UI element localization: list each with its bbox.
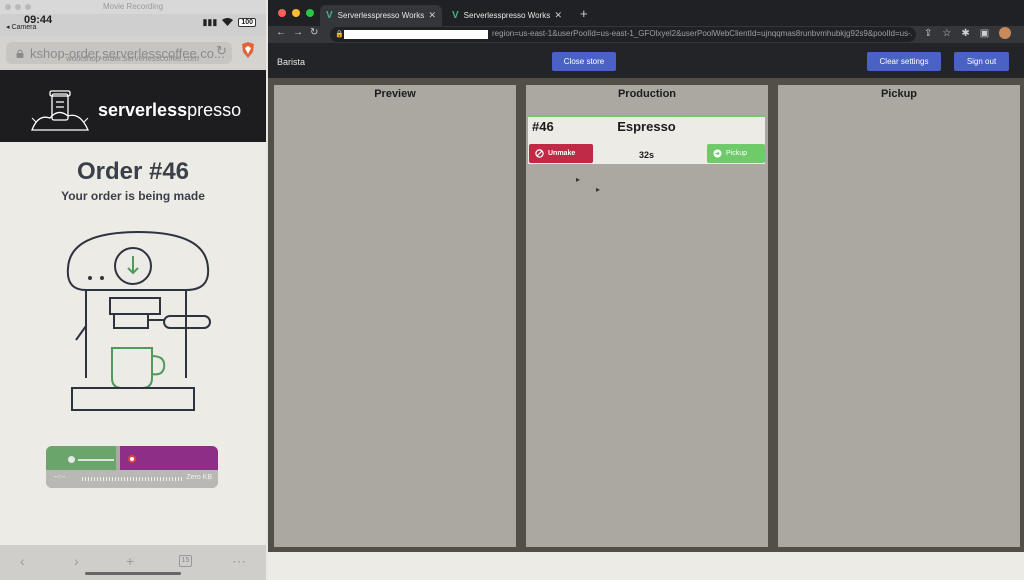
volume-track (78, 459, 114, 461)
column-title: Preview (374, 88, 416, 100)
sign-out-button[interactable]: Sign out (954, 52, 1009, 71)
close-store-button[interactable]: Close store (552, 52, 616, 71)
orders-board: Preview Production #46 Espresso Unmake 3… (268, 78, 1024, 580)
page-title: Barista (277, 57, 306, 67)
home-indicator (85, 572, 181, 575)
record-button[interactable] (128, 455, 136, 463)
app-header: Barista Close store Clear settings Sign … (268, 43, 1024, 78)
production-column: Production #46 Espresso Unmake 32s Picku… (526, 85, 768, 547)
recording-info: --:-- Zero KB (46, 470, 218, 488)
lock-icon: 🔒 (335, 31, 344, 38)
volume-control[interactable] (46, 446, 116, 470)
battery-icon: 100 (238, 18, 256, 27)
serverlesspresso-favicon-icon: V (326, 10, 333, 21)
serverlesspresso-favicon-icon: V (452, 10, 459, 21)
new-tab-icon[interactable]: + (126, 553, 134, 569)
close-tab-icon[interactable]: ✕ (428, 10, 436, 21)
recorder-window-title: Movie Recording (102, 2, 164, 11)
redacted-url-part (344, 30, 488, 39)
arrow-right-circle-icon (713, 149, 722, 158)
forward-icon[interactable]: → (293, 27, 303, 38)
page-footer (268, 552, 1024, 580)
tabs-icon[interactable]: 15 (179, 555, 192, 567)
share-icon[interactable]: ⇪ (924, 28, 932, 39)
reload-icon[interactable]: ↻ (216, 43, 227, 59)
column-title: Production (617, 88, 677, 100)
pickup-column: Pickup (778, 85, 1020, 547)
brave-shield-icon[interactable] (241, 42, 255, 58)
close-tab-icon[interactable]: ✕ (554, 10, 562, 21)
pickup-button[interactable]: Pickup (707, 144, 765, 163)
close-window-icon[interactable] (278, 9, 286, 17)
back-to-camera-link[interactable]: ◂ Camera (6, 23, 36, 31)
status-icons: ▮▮▮ 100 (202, 17, 256, 28)
order-card[interactable]: #46 Espresso Unmake 32s Pickup (528, 115, 765, 164)
safari-toolbar: ‹ › + 15 ⋯ (0, 545, 266, 580)
column-title: Pickup (880, 88, 918, 100)
preview-column: Preview (274, 85, 516, 547)
recording-controls: --:-- Zero KB (46, 446, 218, 488)
wifi-icon (222, 17, 234, 28)
recording-size: Zero KB (186, 474, 212, 481)
new-tab-icon[interactable]: + (580, 6, 588, 21)
recording-time: --:-- (54, 474, 66, 481)
address-bar[interactable]: 🔒 region=us-east-1&userPoolId=us-east-1_… (330, 27, 916, 42)
volume-knob[interactable] (68, 456, 75, 463)
browser-window: V Serverlesspresso Workshop - ✕ V Server… (268, 0, 1024, 580)
drink-name: Espresso (617, 119, 676, 134)
signal-icon: ▮▮▮ (202, 17, 218, 27)
forward-icon[interactable]: › (74, 553, 79, 569)
brand-name: serverlesspresso (98, 100, 242, 120)
profile-avatar[interactable] (999, 27, 1012, 39)
cursor-icon: ▸ (596, 185, 601, 194)
pickup-label: Pickup (726, 150, 748, 157)
serverlesspresso-logo-icon (31, 90, 90, 131)
minimize-window-icon[interactable] (292, 9, 300, 17)
tab-title: Serverlesspresso Workshop - (337, 11, 425, 20)
more-menu-icon[interactable]: ⋯ (232, 553, 246, 570)
tab-title: Serverlesspresso Workshop - (463, 11, 551, 20)
recorder-title-bar: Movie Recording (0, 0, 266, 14)
ios-status-bar: 09:44 ◂ Camera ▮▮▮ 100 (0, 14, 266, 36)
sidebar-icon[interactable]: ▣ (980, 28, 989, 39)
cursor-icon: ▸ (576, 175, 581, 184)
window-controls (278, 9, 314, 17)
order-status-text: Your order is being made (61, 189, 205, 203)
audio-level-meter (82, 477, 182, 481)
clear-settings-button[interactable]: Clear settings (867, 52, 941, 71)
maximize-window-icon[interactable] (306, 9, 314, 17)
extensions-icon[interactable]: ✱ (961, 28, 969, 39)
browser-tab[interactable]: V Serverlesspresso Workshop - ✕ (446, 5, 568, 26)
back-icon[interactable]: ‹ (20, 553, 25, 569)
navigation-bar: ← → ↻ 🔒 region=us-east-1&userPoolId=us-e… (268, 26, 1024, 43)
tab-strip: V Serverlesspresso Workshop - ✕ V Server… (268, 0, 1024, 26)
url-subtext: workshop-order.serverlesscoffee.com (66, 54, 199, 63)
phone-recording-window: Movie Recording 09:44 ◂ Camera ▮▮▮ 100 k… (0, 0, 266, 580)
espresso-machine-illustration-icon (66, 230, 211, 411)
brand-header: serverlesspresso (0, 70, 266, 142)
lock-icon (16, 49, 24, 58)
back-icon[interactable]: ← (276, 27, 286, 38)
bookmark-star-icon[interactable]: ☆ (942, 28, 951, 39)
order-title: Order #46 (76, 158, 190, 185)
browser-tab[interactable]: V Serverlesspresso Workshop - ✕ (320, 5, 442, 26)
reload-icon[interactable]: ↻ (310, 27, 318, 38)
url-text: region=us-east-1&userPoolId=us-east-1_GF… (492, 29, 912, 38)
browser-toolbar-icons: ⇪ ☆ ✱ ▣ ⋮ (924, 27, 1024, 39)
